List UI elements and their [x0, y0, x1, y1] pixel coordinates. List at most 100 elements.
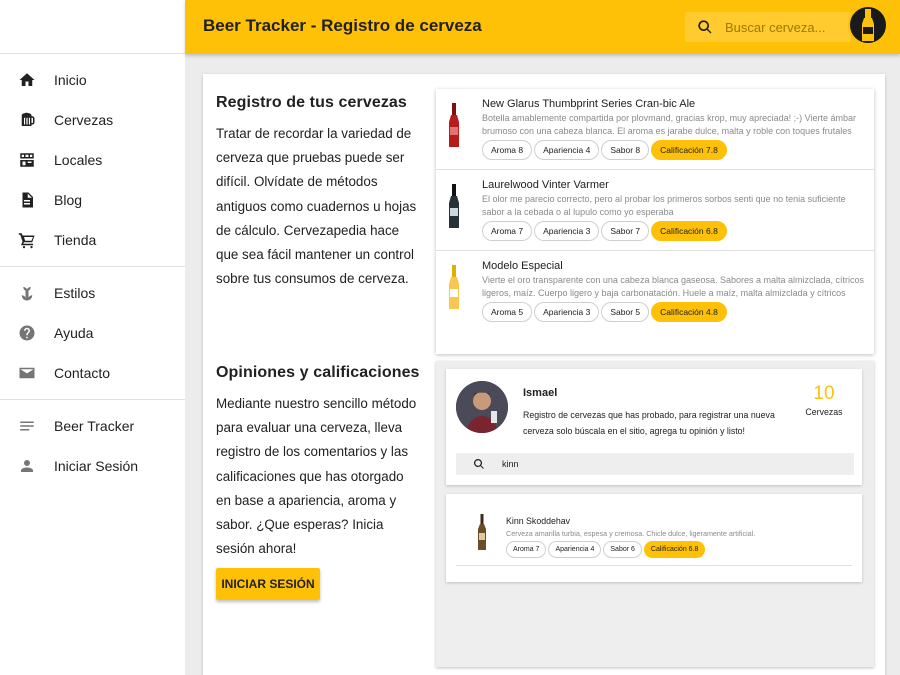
beer-bottle-icon: [449, 265, 459, 309]
beer-list-item[interactable]: New Glarus Thumbprint Series Cran-bic Al…: [436, 89, 874, 170]
chip-sabor: Sabor 8: [601, 140, 650, 160]
chip-aroma: Aroma 5: [482, 302, 533, 322]
main-card: Registro de tus cervezas Tratar de recor…: [203, 74, 885, 675]
beer-count: 10 Cervezas: [804, 383, 844, 417]
app-header: Beer Tracker - Registro de cerveza: [185, 0, 900, 54]
chip-apariencia: Apariencia 4: [548, 541, 602, 558]
beer-name: Laurelwood Vinter Varmer: [482, 179, 609, 191]
cart-icon: [0, 231, 54, 249]
sidebar-item-beer-tracker[interactable]: Beer Tracker: [0, 406, 185, 446]
beer-description: Vierte el oro transparente con una cabez…: [482, 275, 865, 298]
section-title: Registro de tus cervezas: [216, 94, 407, 111]
beer-bottle-logo: [862, 9, 874, 41]
nav-group-account: Beer Tracker Iniciar Sesión: [0, 400, 185, 492]
sidebar-item-label: Contacto: [54, 365, 111, 381]
chip-aroma: Aroma 8: [482, 140, 533, 160]
sidebar-item-label: Tienda: [54, 232, 97, 248]
sidebar-item-iniciar-sesion[interactable]: Iniciar Sesión: [0, 446, 185, 486]
search-result-card: Kinn Skoddehav Cerveza amarilla turbia, …: [446, 494, 862, 582]
rating-chips: Aroma 7 Apariencia 3 Sabor 7 Calificació…: [482, 221, 870, 241]
person-icon: [0, 457, 54, 475]
result-beer-name: Kinn Skoddehav: [506, 516, 571, 526]
help-icon: [0, 324, 54, 342]
profile-search: [456, 453, 854, 475]
store-icon: [0, 151, 54, 169]
document-icon: [0, 191, 54, 209]
rating-chips: Aroma 8 Apariencia 4 Sabor 8 Calificació…: [482, 140, 870, 160]
sidebar-item-blog[interactable]: Blog: [0, 180, 185, 220]
sidebar-item-label: Beer Tracker: [54, 418, 135, 434]
section-text: Mediante nuestro sencillo método para ev…: [216, 396, 417, 557]
chip-aroma: Aroma 7: [506, 541, 547, 558]
beer-bottle-icon: [449, 103, 459, 147]
profile-description: Registro de cervezas que has probado, pa…: [523, 410, 775, 436]
sidebar-item-inicio[interactable]: Inicio: [0, 60, 185, 100]
chip-calificacion: Calificación 4.8: [651, 302, 727, 322]
sidebar-item-label: Estilos: [54, 285, 96, 301]
section-opiniones: Opiniones y calificaciones Mediante nues…: [216, 364, 421, 601]
login-button[interactable]: INICIAR SESIÓN: [216, 568, 320, 601]
nav-group-main: Inicio Cervezas Locales Blog Tienda: [0, 54, 185, 267]
header-search: [685, 12, 851, 42]
profile-search-input[interactable]: [502, 459, 619, 469]
beer-bottle-icon: [449, 184, 459, 228]
mail-icon: [0, 364, 54, 382]
sidebar-item-label: Blog: [54, 192, 83, 208]
chip-calificacion: Calificación 6.8: [643, 541, 706, 558]
search-icon: [456, 458, 502, 470]
chip-calificacion: Calificación 7.8: [651, 140, 727, 160]
chip-sabor: Sabor 7: [601, 221, 650, 241]
nav-group-info: Estilos Ayuda Contacto: [0, 267, 185, 400]
sidebar-item-estilos[interactable]: Estilos: [0, 273, 185, 313]
sidebar: Inicio Cervezas Locales Blog Tienda Esti…: [0, 0, 185, 675]
sidebar-item-label: Cervezas: [54, 112, 114, 128]
demo-panel: Ismael Registro de cervezas que has prob…: [436, 361, 874, 667]
section-registro: Registro de tus cervezas Tratar de recor…: [216, 94, 421, 291]
profile-card: Ismael Registro de cervezas que has prob…: [446, 369, 862, 485]
profile-photo: [456, 381, 508, 433]
beer-count-label: Cervezas: [805, 407, 843, 417]
avatar: [456, 381, 508, 433]
sidebar-item-label: Inicio: [54, 72, 87, 88]
sidebar-item-tienda[interactable]: Tienda: [0, 220, 185, 260]
sidebar-item-cervezas[interactable]: Cervezas: [0, 100, 185, 140]
page-title: Beer Tracker - Registro de cerveza: [203, 16, 482, 35]
menu-lines-icon: [0, 417, 54, 435]
beer-mug-icon: [0, 111, 54, 129]
profile-name: Ismael: [523, 387, 558, 399]
chip-sabor: Sabor 6: [603, 541, 642, 558]
home-icon: [0, 71, 54, 89]
chip-calificacion: Calificación 6.8: [651, 221, 727, 241]
hops-icon: [0, 284, 54, 302]
search-result-item[interactable]: Kinn Skoddehav Cerveza amarilla turbia, …: [456, 494, 852, 566]
search-icon[interactable]: [685, 19, 725, 35]
sidebar-header: [0, 0, 185, 54]
sidebar-item-label: Locales: [54, 152, 103, 168]
chip-aroma: Aroma 7: [482, 221, 533, 241]
chip-apariencia: Apariencia 4: [534, 140, 600, 160]
beer-list: New Glarus Thumbprint Series Cran-bic Al…: [436, 89, 874, 354]
beer-bottle-icon: [478, 514, 486, 550]
rating-chips: Aroma 7 Apariencia 4 Sabor 6 Calificació…: [506, 541, 852, 558]
sidebar-item-label: Iniciar Sesión: [54, 458, 139, 474]
beer-count-number: 10: [813, 383, 835, 404]
sidebar-item-ayuda[interactable]: Ayuda: [0, 313, 185, 353]
beer-description: El olor me parecio correcto, pero al pro…: [482, 194, 846, 217]
beer-name: New Glarus Thumbprint Series Cran-bic Al…: [482, 98, 696, 110]
chip-apariencia: Apariencia 3: [534, 221, 600, 241]
sidebar-item-label: Ayuda: [54, 325, 94, 341]
beer-list-item[interactable]: Laurelwood Vinter Varmer El olor me pare…: [436, 170, 874, 251]
beer-name: Modelo Especial: [482, 260, 563, 272]
result-beer-description: Cerveza amarilla turbia, espesa y cremos…: [506, 529, 756, 538]
chip-apariencia: Apariencia 3: [534, 302, 600, 322]
beer-list-item[interactable]: Modelo Especial Vierte el oro transparen…: [436, 251, 874, 332]
sidebar-item-locales[interactable]: Locales: [0, 140, 185, 180]
section-text: Tratar de recordar la variedad de cervez…: [216, 126, 417, 287]
section-title: Opiniones y calificaciones: [216, 364, 420, 381]
user-avatar[interactable]: [848, 5, 888, 45]
beer-description: Botella amablemente compartida por plovm…: [482, 113, 857, 136]
rating-chips: Aroma 5 Apariencia 3 Sabor 5 Calificació…: [482, 302, 870, 322]
chip-sabor: Sabor 5: [601, 302, 650, 322]
sidebar-item-contacto[interactable]: Contacto: [0, 353, 185, 393]
search-input[interactable]: [725, 19, 835, 35]
